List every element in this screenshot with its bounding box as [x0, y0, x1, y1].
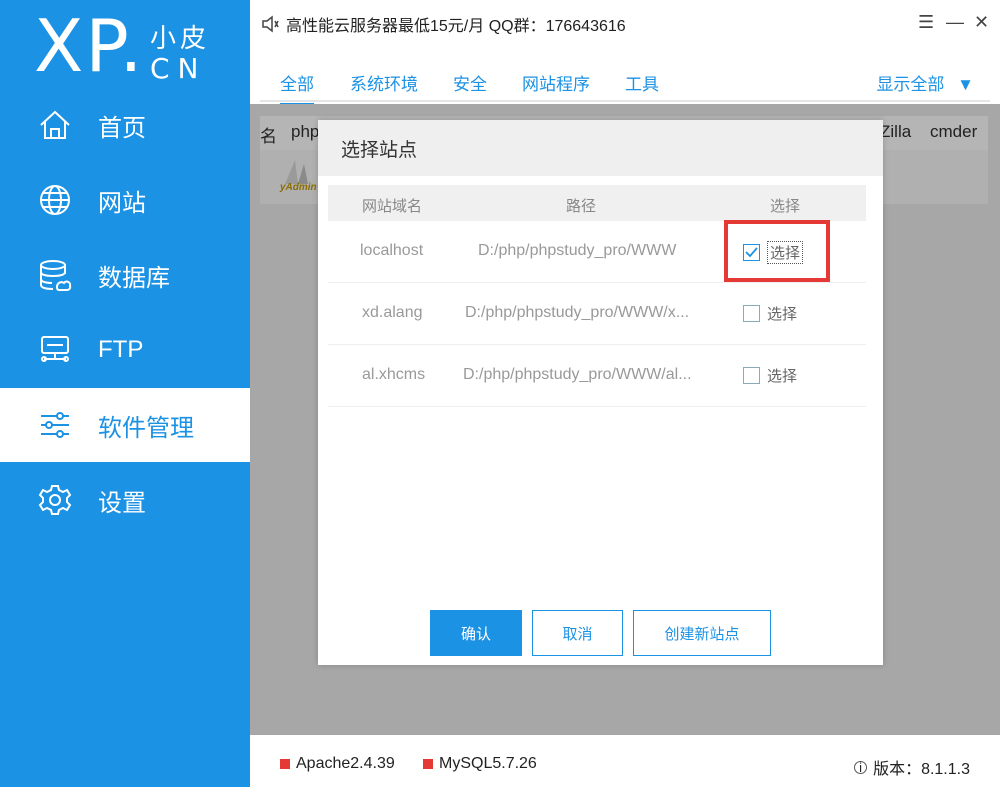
tab-tools[interactable]: 工具	[625, 70, 659, 95]
sites-table: 网站域名 路径 选择 localhost D:/php/phpstudy_pro…	[328, 185, 866, 407]
cancel-button[interactable]: 取消	[532, 610, 623, 656]
site-domain: localhost	[360, 242, 424, 259]
minimize-icon[interactable]: —	[946, 12, 964, 33]
ftp-icon	[36, 331, 74, 369]
menu-icon[interactable]: ☰	[918, 12, 934, 33]
titlebar: 高性能云服务器最低15元/月 QQ群：176643616 ☰ — ✕	[250, 0, 1000, 48]
header-select: 选择	[770, 198, 801, 215]
logo-main: XP.	[34, 4, 145, 88]
sidebar: XP. 小皮 CN 首页 网站 数据库 FTP 软件管理 设置	[0, 0, 250, 787]
apache-status: Apache2.4.39	[280, 755, 395, 773]
selection-highlight	[724, 220, 830, 282]
table-row: xd.alang D:/php/phpstudy_pro/WWW/x... 选择	[328, 283, 866, 345]
column-cmder: cmder	[930, 122, 978, 141]
site-select-checkbox[interactable]: 选择	[743, 303, 797, 324]
column-php: php	[291, 122, 320, 141]
sidebar-item-label: 软件管理	[98, 414, 194, 442]
dialog-title: 选择站点	[318, 120, 883, 176]
close-icon[interactable]: ✕	[974, 12, 989, 33]
sidebar-item-label: 设置	[98, 489, 146, 517]
info-icon: i	[854, 760, 868, 775]
tab-website-programs[interactable]: 网站程序	[522, 70, 590, 95]
phpmyadmin-label: yAdmin	[280, 182, 317, 193]
sidebar-item-ftp[interactable]: FTP	[0, 313, 250, 387]
mysql-label: MySQL5.7.26	[439, 755, 537, 772]
checkbox-box	[743, 305, 760, 322]
logo: XP. 小皮 CN	[34, 8, 234, 88]
confirm-button[interactable]: 确认	[430, 610, 522, 656]
column-name: 名	[260, 127, 277, 146]
tab-system[interactable]: 系统环境	[350, 70, 418, 95]
sidebar-item-settings[interactable]: 设置	[0, 463, 250, 537]
sidebar-item-website[interactable]: 网站	[0, 163, 250, 237]
status-dot	[280, 759, 290, 769]
apache-label: Apache2.4.39	[296, 755, 395, 772]
show-all-label: 显示全部	[876, 75, 945, 94]
site-domain: xd.alang	[362, 304, 423, 321]
site-path: D:/php/phpstudy_pro/WWW/x...	[465, 304, 690, 321]
database-icon	[36, 256, 74, 294]
site-path: D:/php/phpstudy_pro/WWW/al...	[463, 366, 692, 383]
logo-top: 小皮	[150, 24, 211, 54]
category-tabs: 全部 系统环境 安全 网站程序 工具 显示全部 ▼	[260, 62, 990, 105]
sidebar-item-label: 网站	[98, 189, 146, 217]
tab-security[interactable]: 安全	[453, 70, 487, 95]
show-all-dropdown[interactable]: 显示全部 ▼	[876, 70, 974, 95]
sidebar-item-home[interactable]: 首页	[0, 88, 250, 162]
speaker-icon[interactable]	[260, 14, 280, 34]
site-select-checkbox[interactable]: 选择	[743, 365, 797, 386]
column-zilla: Zilla	[880, 122, 912, 141]
tab-all[interactable]: 全部	[280, 70, 314, 105]
chevron-down-icon: ▼	[957, 75, 974, 94]
sidebar-item-label: 首页	[98, 114, 146, 142]
checkbox-label: 选择	[767, 368, 798, 385]
gear-icon	[36, 481, 74, 519]
announcement-text[interactable]: 高性能云服务器最低15元/月 QQ群：176643616	[286, 12, 626, 36]
sliders-icon	[36, 406, 74, 444]
mysql-status: MySQL5.7.26	[423, 755, 537, 773]
header-domain: 网站域名	[362, 198, 423, 215]
site-domain: al.xhcms	[362, 366, 426, 383]
sidebar-item-label: FTP	[98, 336, 144, 363]
checkbox-label: 选择	[767, 306, 798, 323]
status-bar: Apache2.4.39 MySQL5.7.26 i 版本：8.1.1.3	[250, 735, 1000, 787]
site-path: D:/php/phpstudy_pro/WWW	[478, 242, 677, 259]
select-site-dialog: 选择站点 网站域名 路径 选择 localhost D:/php/phpstud…	[318, 120, 883, 665]
table-row: al.xhcms D:/php/phpstudy_pro/WWW/al... 选…	[328, 345, 866, 407]
sidebar-item-database[interactable]: 数据库	[0, 238, 250, 312]
checkbox-box	[743, 367, 760, 384]
logo-bottom: CN	[150, 52, 207, 85]
home-icon	[36, 106, 74, 144]
version-label: 版本：8.1.1.3	[873, 761, 970, 778]
sidebar-item-label: 数据库	[98, 264, 170, 292]
header-path: 路径	[566, 198, 597, 215]
status-dot	[423, 759, 433, 769]
sidebar-item-software[interactable]: 软件管理	[0, 388, 250, 462]
version-info: i 版本：8.1.1.3	[854, 755, 970, 779]
table-header: 网站域名 路径 选择	[328, 185, 866, 221]
globe-icon	[36, 181, 74, 219]
create-site-button[interactable]: 创建新站点	[633, 610, 771, 656]
